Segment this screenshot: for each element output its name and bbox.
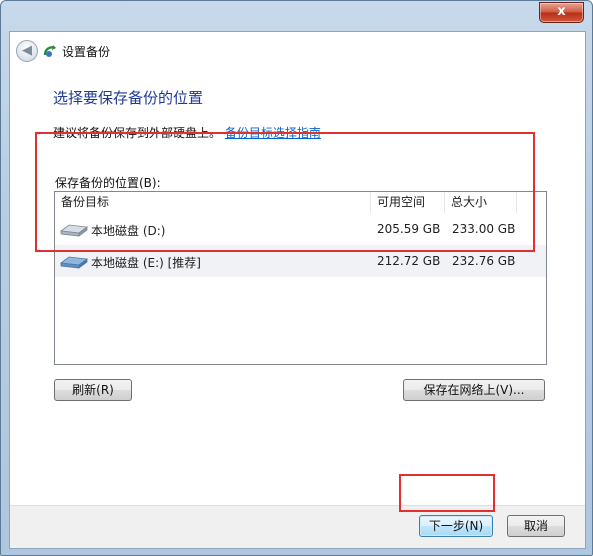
drive-name: 本地磁盘 (E:) [推荐] (91, 256, 201, 270)
back-arrow-icon: ◀ (22, 43, 32, 58)
back-button[interactable]: ◀ (16, 40, 38, 62)
backup-guide-link[interactable]: 备份目标选择指南 (225, 126, 321, 140)
next-button[interactable]: 下一步(N) (419, 515, 493, 537)
recommend-label: 建议将备份保存到外部硬盘上。 (53, 126, 222, 140)
hard-drive-icon (59, 256, 89, 269)
hard-drive-icon (59, 224, 89, 237)
column-header-target[interactable]: 备份目标 (55, 192, 371, 213)
drive-name: 本地磁盘 (D:) (91, 224, 166, 238)
refresh-button[interactable]: 刷新(R) (54, 379, 132, 401)
list-label: 保存备份的位置(B): (55, 176, 161, 190)
list-item-drive-d[interactable]: 本地磁盘 (D:) 205.59 GB 233.00 GB (55, 213, 546, 245)
cancel-button[interactable]: 取消 (507, 515, 565, 537)
title-bar: x (1, 1, 592, 31)
close-button[interactable]: x (539, 2, 584, 23)
close-icon: x (557, 4, 566, 19)
recommend-text: 建议将备份保存到外部硬盘上。 备份目标选择指南 (53, 124, 321, 141)
backup-icon (43, 45, 56, 57)
window-frame: x ◀ 设置备份 选择要保存备份的位置 建议将备份保存到外部硬盘上。 备份目标选… (0, 0, 593, 556)
drive-free-space: 205.59 GB (377, 222, 441, 236)
footer-bar: 下一步(N) 取消 (10, 505, 585, 548)
drive-total-size: 233.00 GB (452, 222, 516, 236)
drive-free-space: 212.72 GB (377, 254, 441, 268)
list-item-drive-e[interactable]: 本地磁盘 (E:) [推荐] 212.72 GB 232.76 GB (55, 245, 546, 277)
column-header-free-space[interactable]: 可用空间 (371, 192, 445, 213)
wizard-content: ◀ 设置备份 选择要保存备份的位置 建议将备份保存到外部硬盘上。 备份目标选择指… (9, 31, 586, 549)
nav-bar: ◀ 设置备份 (10, 32, 585, 68)
page-title: 选择要保存备份的位置 (53, 89, 204, 107)
save-on-network-button[interactable]: 保存在网络上(V)... (403, 379, 545, 401)
column-header-total-size[interactable]: 总大小 (445, 192, 517, 213)
backup-location-list[interactable]: 备份目标 可用空间 总大小 本地磁盘 (D:) 205.59 GB 233.00… (54, 191, 547, 365)
list-header: 备份目标 可用空间 总大小 (55, 192, 546, 213)
window-title: 设置备份 (62, 45, 111, 59)
drive-total-size: 232.76 GB (452, 254, 516, 268)
